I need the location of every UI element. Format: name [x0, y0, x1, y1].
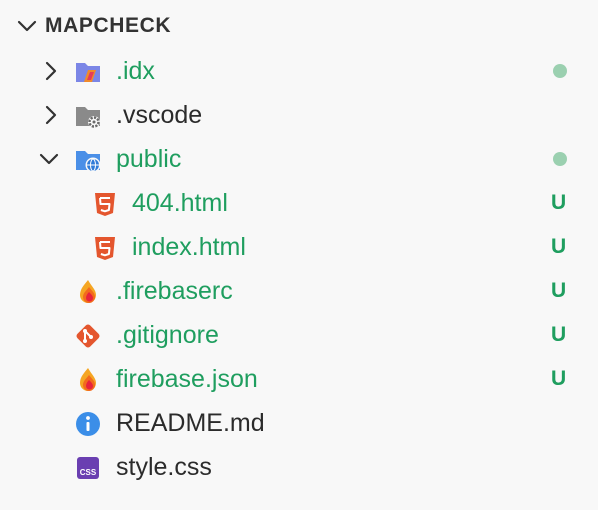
explorer-header[interactable]: MAPCHECK — [0, 6, 598, 46]
css-icon: CSS — [77, 457, 99, 479]
firebase-icon — [80, 280, 96, 303]
tree-item-public[interactable]: public — [0, 137, 598, 181]
untracked-badge: U — [551, 235, 567, 258]
untracked-badge: U — [551, 279, 567, 302]
modified-indicator-dot — [553, 152, 567, 166]
chevron-right-icon[interactable] — [40, 104, 62, 126]
chevron-down-icon[interactable] — [38, 148, 60, 170]
git-icon — [76, 324, 100, 348]
tree-item-404-html[interactable]: 404.html U — [0, 181, 598, 225]
tree-item-style-css[interactable]: CSS style.css — [0, 445, 598, 489]
tree-item-vscode[interactable]: .vscode — [0, 93, 598, 137]
tree-item-label: .idx — [116, 57, 155, 85]
info-icon — [76, 412, 100, 436]
tree-item-readme[interactable]: README.md — [0, 401, 598, 445]
tree-item-label: .vscode — [116, 101, 203, 129]
tree-item-label: public — [116, 145, 182, 173]
tree-item-label: README.md — [116, 409, 265, 437]
chevron-down-icon[interactable] — [16, 15, 38, 37]
untracked-badge: U — [551, 191, 567, 214]
firebase-icon — [80, 368, 96, 391]
html5-icon — [95, 193, 115, 216]
tree-item-firebase-json[interactable]: firebase.json U — [0, 357, 598, 401]
untracked-badge: U — [551, 323, 567, 346]
tree-item-gitignore[interactable]: .gitignore U — [0, 313, 598, 357]
tree-item-idx[interactable]: .idx — [0, 49, 598, 93]
tree-item-label: .firebaserc — [116, 277, 233, 305]
tree-item-label: .gitignore — [116, 321, 219, 349]
tree-item-label: 404.html — [132, 189, 228, 217]
chevron-right-icon[interactable] — [40, 60, 62, 82]
tree-item-label: firebase.json — [116, 365, 258, 393]
tree-item-index-html[interactable]: index.html U — [0, 225, 598, 269]
tree-item-firebaserc[interactable]: .firebaserc U — [0, 269, 598, 313]
svg-text:CSS: CSS — [80, 468, 97, 477]
untracked-badge: U — [551, 367, 567, 390]
tree-item-label: index.html — [132, 233, 246, 261]
folder-vscode-icon — [76, 107, 100, 128]
html5-icon — [95, 237, 115, 260]
modified-indicator-dot — [553, 64, 567, 78]
folder-public-icon — [76, 151, 101, 173]
tree-item-label: style.css — [116, 453, 212, 481]
folder-idx-icon — [76, 63, 100, 82]
explorer-title: MAPCHECK — [45, 14, 172, 37]
